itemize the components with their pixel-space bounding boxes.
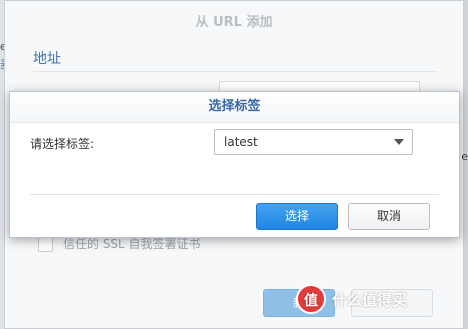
add-from-url-dialog-title: 从 URL 添加 [195,15,273,30]
watermark-text: 什么值得买 [332,290,408,309]
watermark: 值 什么值得买 [296,284,407,314]
cancel-button[interactable]: 取消 [348,203,430,230]
background-right-fragment: e [461,150,468,163]
modal-divider [30,194,439,195]
select-button[interactable]: 选择 [256,203,338,230]
tag-select-value: latest [224,135,258,149]
address-section-heading: 地址 [33,51,61,67]
watermark-logo-icon: 值 [296,284,326,314]
trust-ssl-checkbox [38,237,53,252]
tag-field-label: 请选择标签: [30,137,95,151]
select-tag-modal: 选择标签 请选择标签: latest 选择 取消 [9,91,460,238]
tag-select[interactable]: latest [214,129,413,155]
section-divider [33,71,437,72]
modal-title: 选择标签 [10,92,459,123]
chevron-down-icon[interactable] [394,139,404,145]
